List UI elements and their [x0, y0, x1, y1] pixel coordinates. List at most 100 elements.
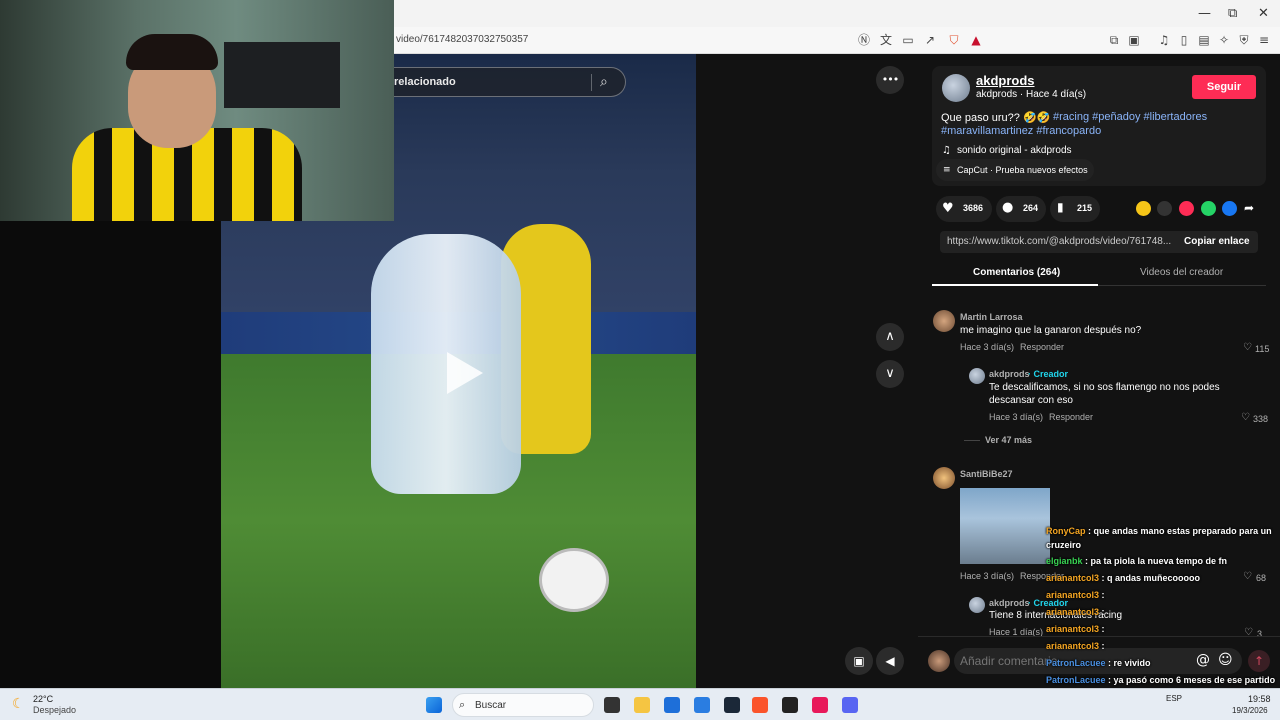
minimize-button[interactable]: —: [1198, 6, 1211, 21]
chevron-down-icon[interactable]: ∨: [876, 360, 904, 388]
comment-avatar[interactable]: [933, 467, 955, 489]
comment-avatar[interactable]: [933, 310, 955, 332]
task-view-icon[interactable]: [604, 697, 620, 713]
tiktok-live-icon[interactable]: [812, 697, 828, 713]
embed-icon[interactable]: [1157, 201, 1172, 216]
capcut-label[interactable]: CapCut · Prueba nuevos efectos: [957, 165, 1088, 175]
webcam-hair: [126, 34, 218, 70]
clock-time[interactable]: 19:58: [1248, 694, 1271, 704]
brave-rewards-icon[interactable]: ▲: [968, 32, 984, 48]
obs-icon[interactable]: [782, 697, 798, 713]
language-indicator[interactable]: ESP: [1166, 694, 1182, 703]
steam-icon[interactable]: [724, 697, 740, 713]
vpn-icon[interactable]: ⛨: [1236, 32, 1252, 48]
start-button[interactable]: [426, 697, 442, 713]
close-button[interactable]: ✕: [1258, 6, 1269, 21]
reply-like-icon[interactable]: ♡: [1241, 412, 1250, 423]
tab-creator-videos[interactable]: Videos del creador: [1140, 267, 1223, 278]
view-more-replies[interactable]: Ver 47 más: [985, 435, 1032, 445]
outlook-icon[interactable]: [694, 697, 710, 713]
comment-user[interactable]: Martin Larrosa: [960, 312, 1023, 322]
brave-shield-icon[interactable]: ⛉: [946, 32, 962, 48]
tab-active-indicator: [932, 284, 1098, 286]
comment-icon[interactable]: ●: [1002, 200, 1013, 215]
weather-desc[interactable]: Despejado: [33, 705, 76, 715]
translate-icon[interactable]: 文: [878, 32, 894, 48]
user-avatar[interactable]: [928, 650, 950, 672]
extensions-icon[interactable]: ⧉: [1106, 32, 1122, 48]
search-divider: [591, 74, 592, 91]
tab-icon[interactable]: ▣: [1126, 32, 1142, 48]
coin-icon[interactable]: [1136, 201, 1151, 216]
url-text[interactable]: video/7617482037032750357: [396, 34, 528, 45]
view-more-line: [964, 440, 980, 441]
follow-button[interactable]: Seguir: [1192, 75, 1256, 99]
comment-like-icon[interactable]: ♡: [1243, 571, 1252, 582]
weather-temp[interactable]: 22°C: [33, 694, 53, 704]
whatsapp-icon[interactable]: [1201, 201, 1216, 216]
restore-button[interactable]: ⧉: [1228, 6, 1237, 21]
taskbar-search[interactable]: ⌕ Buscar: [452, 693, 594, 717]
reply-avatar[interactable]: [969, 368, 985, 384]
chat-message: arianantcol3 :: [1046, 607, 1105, 617]
volume-icon[interactable]: ◀: [876, 647, 904, 675]
heart-icon[interactable]: ♥: [942, 201, 954, 216]
music-icon[interactable]: ♫: [1156, 32, 1172, 48]
share-page-icon[interactable]: ↗: [922, 32, 938, 48]
comment-user[interactable]: SantiBiBe27: [960, 469, 1013, 479]
chevron-up-icon[interactable]: ∧: [876, 323, 904, 351]
store-icon[interactable]: [664, 697, 680, 713]
comment-image[interactable]: [960, 488, 1050, 564]
chat-username: arianantcol3: [1046, 590, 1100, 600]
reply-user[interactable]: akdprods: [989, 598, 1030, 608]
send-icon[interactable]: [1179, 201, 1194, 216]
discord-icon[interactable]: [842, 697, 858, 713]
search-icon[interactable]: ⌕: [600, 74, 608, 90]
taskbar: ☾ 22°C Despejado ⌕ Buscar ESP 19:58 19/3…: [0, 688, 1280, 720]
video-player-striped: [371, 234, 521, 494]
reply-avatar[interactable]: [969, 597, 985, 613]
send-comment-button[interactable]: ↑: [1248, 650, 1270, 672]
emoji-icon[interactable]: ☺: [1218, 652, 1233, 668]
search-text[interactable]: relacionado: [394, 76, 456, 88]
address-bar[interactable]: video/7617482037032750357 Ⓝ 文 ▭ ↗ ⛉ ▲ ⧉ …: [394, 27, 1280, 54]
tab-comments[interactable]: Comentarios (264): [973, 267, 1060, 278]
facebook-icon[interactable]: [1222, 201, 1237, 216]
chat-message: RonyCap : que andas mano estas preparado…: [1046, 526, 1272, 536]
share-arrow-icon[interactable]: ➦: [1244, 201, 1254, 215]
chat-message: arianantcol3 :: [1046, 590, 1105, 600]
webcam-overlay: [0, 0, 394, 221]
reply-user[interactable]: akdprods: [989, 369, 1030, 379]
miniplayer-icon[interactable]: ▣: [845, 647, 873, 675]
chat-text: :: [1099, 607, 1105, 617]
file-explorer-icon[interactable]: [634, 697, 650, 713]
author-avatar[interactable]: [942, 74, 970, 102]
reply-button[interactable]: Responder: [1020, 342, 1064, 352]
comment-like-icon[interactable]: ♡: [1243, 342, 1252, 353]
chat-username: arianantcol3: [1046, 624, 1100, 634]
menu-icon[interactable]: ≡: [1256, 32, 1272, 48]
wallet-icon[interactable]: ▤: [1196, 32, 1212, 48]
weather-icon[interactable]: ☾: [12, 696, 25, 712]
mention-icon[interactable]: @: [1196, 652, 1210, 668]
author-name[interactable]: akdprods: [976, 73, 1035, 88]
hashtags-line1[interactable]: #racing #peñadoy #libertadores: [1053, 111, 1207, 123]
share-link[interactable]: https://www.tiktok.com/@akdprods/video/7…: [947, 236, 1171, 247]
reply-respond-button[interactable]: Responder: [1049, 412, 1093, 422]
play-icon[interactable]: [447, 352, 483, 394]
hashtags-line2[interactable]: #maravillamartinez #francopardo: [941, 125, 1101, 137]
copy-link-button[interactable]: Copiar enlace: [1184, 236, 1250, 247]
music-note-icon: ♫: [942, 145, 951, 156]
sound-label[interactable]: sonido original - akdprods: [957, 145, 1072, 156]
clock-date[interactable]: 19/3/2026: [1232, 706, 1268, 715]
reply-text-line2: descansar con eso: [989, 395, 1073, 406]
bookmark-icon[interactable]: ▮: [1057, 200, 1064, 214]
sidebar-icon[interactable]: ▯: [1176, 32, 1192, 48]
more-options-button[interactable]: •••: [876, 66, 904, 94]
reader-icon[interactable]: Ⓝ: [856, 32, 872, 48]
brave-icon[interactable]: [752, 697, 768, 713]
reply-time: Hace 3 día(s): [989, 412, 1044, 422]
leo-icon[interactable]: ✧: [1216, 32, 1232, 48]
screen-icon[interactable]: ▭: [900, 32, 916, 48]
search-bar[interactable]: relacionado ⌕: [394, 67, 626, 97]
